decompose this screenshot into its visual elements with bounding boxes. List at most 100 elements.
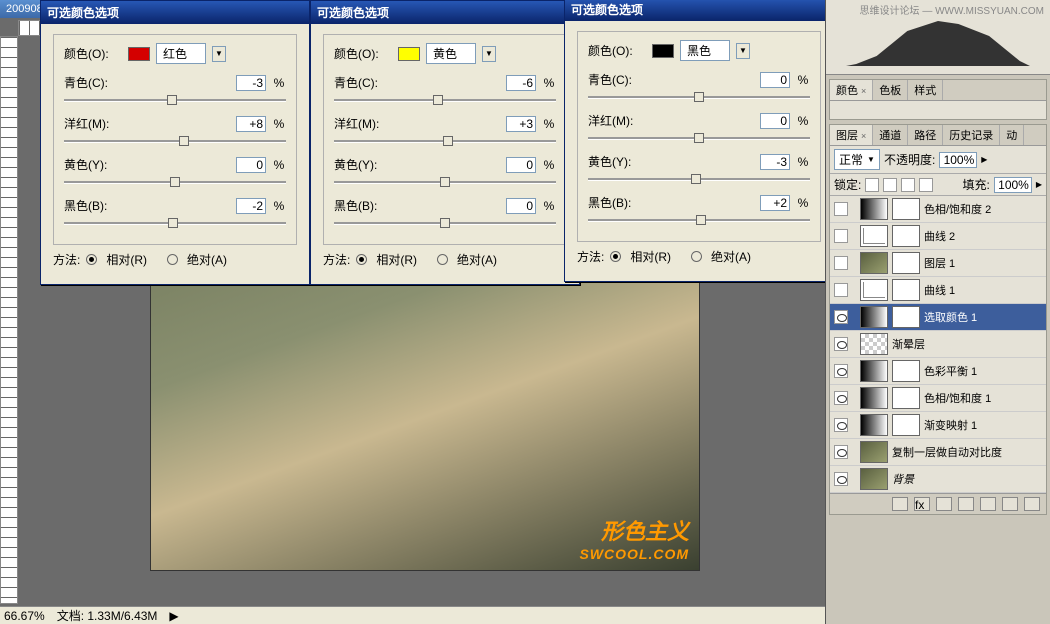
delete-layer-icon[interactable] [1024, 497, 1040, 511]
layer-name[interactable]: 曲线 1 [924, 282, 955, 298]
layer-row[interactable]: 色相/饱和度 2 [830, 196, 1046, 223]
slider-m[interactable] [64, 136, 286, 146]
slider-c[interactable] [588, 92, 810, 102]
layer-thumb[interactable] [860, 279, 888, 301]
radio-relative[interactable] [356, 254, 367, 265]
layer-name[interactable]: 渐晕层 [892, 336, 925, 352]
radio-absolute[interactable] [437, 254, 448, 265]
slider-value-c[interactable]: 0 [760, 72, 790, 88]
color-select[interactable]: 黑色 [680, 40, 730, 61]
radio-absolute[interactable] [691, 251, 702, 262]
tab-动[interactable]: 动 [1000, 125, 1024, 145]
visibility-toggle[interactable] [834, 229, 848, 243]
layer-thumb[interactable] [860, 414, 888, 436]
tab-颜色[interactable]: 颜色× [830, 80, 873, 100]
layer-name[interactable]: 选取颜色 1 [924, 309, 977, 325]
fill-input[interactable]: 100% [994, 177, 1032, 193]
layer-mask-icon[interactable] [936, 497, 952, 511]
slider-k[interactable] [64, 218, 286, 228]
link-layers-icon[interactable] [892, 497, 908, 511]
layer-name[interactable]: 色彩平衡 1 [924, 363, 977, 379]
lock-position-icon[interactable] [901, 178, 915, 192]
adjustment-layer-icon[interactable] [958, 497, 974, 511]
visibility-toggle[interactable] [834, 202, 848, 216]
visibility-toggle[interactable] [834, 472, 848, 486]
dropdown-icon[interactable]: ▼ [736, 43, 750, 59]
layer-thumb[interactable] [860, 360, 888, 382]
slider-value-m[interactable]: +8 [236, 116, 266, 132]
tab-路径[interactable]: 路径 [908, 125, 943, 145]
tab-图层[interactable]: 图层× [830, 125, 873, 145]
blend-mode-select[interactable]: 正常▼ [834, 149, 880, 170]
layer-name[interactable]: 复制一层做自动对比度 [892, 444, 1002, 460]
slider-value-k[interactable]: 0 [506, 198, 536, 214]
layer-name[interactable]: 色相/饱和度 1 [924, 390, 991, 406]
layer-name[interactable]: 背景 [892, 471, 914, 487]
slider-value-c[interactable]: -3 [236, 75, 266, 91]
layer-thumb[interactable] [860, 252, 888, 274]
slider-value-y[interactable]: 0 [236, 157, 266, 173]
slider-value-k[interactable]: +2 [760, 195, 790, 211]
visibility-toggle[interactable] [834, 337, 848, 351]
slider-y[interactable] [588, 174, 810, 184]
layer-row[interactable]: 曲线 2 [830, 223, 1046, 250]
layer-thumb[interactable] [860, 333, 888, 355]
layer-mask-thumb[interactable] [892, 387, 920, 409]
lock-transparency-icon[interactable] [865, 178, 879, 192]
visibility-toggle[interactable] [834, 445, 848, 459]
layer-thumb[interactable] [860, 306, 888, 328]
visibility-toggle[interactable] [834, 256, 848, 270]
slider-m[interactable] [334, 136, 556, 146]
layer-mask-thumb[interactable] [892, 225, 920, 247]
radio-absolute[interactable] [167, 254, 178, 265]
visibility-toggle[interactable] [834, 364, 848, 378]
slider-k[interactable] [588, 215, 810, 225]
layer-row[interactable]: 曲线 1 [830, 277, 1046, 304]
layer-mask-thumb[interactable] [892, 252, 920, 274]
slider-value-y[interactable]: -3 [760, 154, 790, 170]
slider-value-m[interactable]: 0 [760, 113, 790, 129]
tab-历史记录[interactable]: 历史记录 [943, 125, 1000, 145]
color-select[interactable]: 红色 [156, 43, 206, 64]
tab-通道[interactable]: 通道 [873, 125, 908, 145]
slider-m[interactable] [588, 133, 810, 143]
slider-c[interactable] [334, 95, 556, 105]
layer-row[interactable]: 色彩平衡 1 [830, 358, 1046, 385]
layer-mask-thumb[interactable] [892, 306, 920, 328]
layer-group-icon[interactable] [980, 497, 996, 511]
layer-thumb[interactable] [860, 198, 888, 220]
visibility-toggle[interactable] [834, 418, 848, 432]
layer-fx-icon[interactable]: fx [914, 497, 930, 511]
slider-c[interactable] [64, 95, 286, 105]
slider-value-y[interactable]: 0 [506, 157, 536, 173]
layer-name[interactable]: 曲线 2 [924, 228, 955, 244]
dropdown-icon[interactable]: ▼ [482, 46, 496, 62]
zoom-level[interactable]: 66.67% [4, 609, 45, 623]
visibility-toggle[interactable] [834, 310, 848, 324]
tab-样式[interactable]: 样式 [908, 80, 943, 100]
visibility-toggle[interactable] [834, 391, 848, 405]
radio-relative[interactable] [610, 251, 621, 262]
layer-name[interactable]: 渐变映射 1 [924, 417, 977, 433]
layer-row[interactable]: 色相/饱和度 1 [830, 385, 1046, 412]
color-select[interactable]: 黄色 [426, 43, 476, 64]
visibility-toggle[interactable] [834, 283, 848, 297]
layer-thumb[interactable] [860, 387, 888, 409]
layer-mask-thumb[interactable] [892, 198, 920, 220]
layer-row[interactable]: 渐变映射 1 [830, 412, 1046, 439]
slider-k[interactable] [334, 218, 556, 228]
layer-row[interactable]: 渐晕层 [830, 331, 1046, 358]
layer-thumb[interactable] [860, 468, 888, 490]
layer-name[interactable]: 色相/饱和度 2 [924, 201, 991, 217]
slider-value-c[interactable]: -6 [506, 75, 536, 91]
slider-y[interactable] [334, 177, 556, 187]
layer-mask-thumb[interactable] [892, 360, 920, 382]
radio-relative[interactable] [86, 254, 97, 265]
layer-thumb[interactable] [860, 441, 888, 463]
layer-mask-thumb[interactable] [892, 414, 920, 436]
lock-pixels-icon[interactable] [883, 178, 897, 192]
layer-row[interactable]: 选取颜色 1 [830, 304, 1046, 331]
slider-value-m[interactable]: +3 [506, 116, 536, 132]
layer-mask-thumb[interactable] [892, 279, 920, 301]
new-layer-icon[interactable] [1002, 497, 1018, 511]
